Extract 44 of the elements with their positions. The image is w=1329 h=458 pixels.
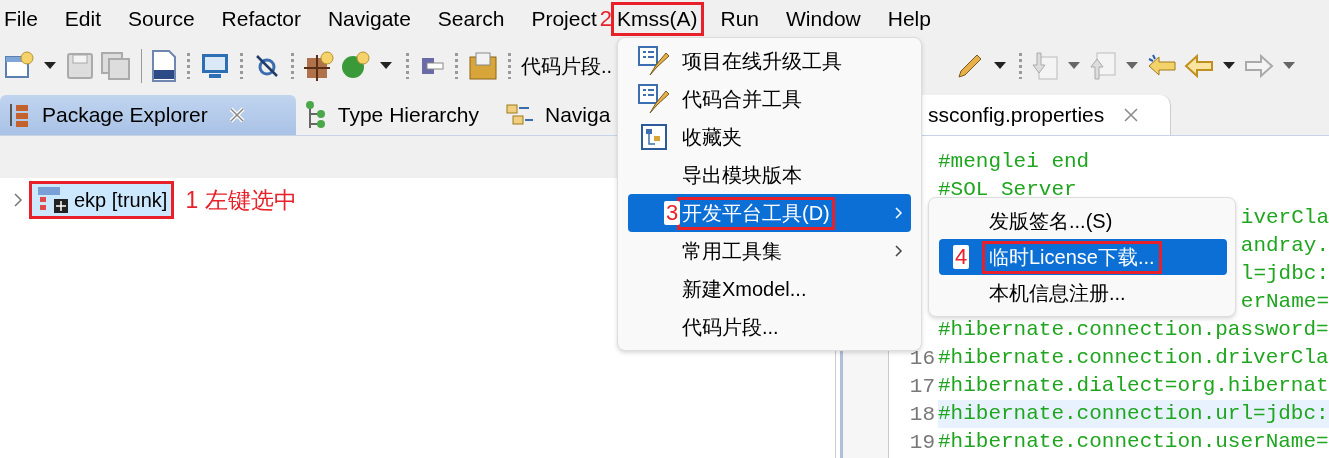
code-line: #hibernate.connection.url=jdbc: <box>938 402 1329 425</box>
menu-item[interactable]: 4 临时License下载... <box>939 239 1227 275</box>
menu-item[interactable]: Run <box>718 5 762 32</box>
menu-item[interactable]: Navigate <box>325 5 413 32</box>
menu-item[interactable]: 新建Xmodel... <box>628 270 911 308</box>
view-tab[interactable]: Naviga <box>497 95 629 135</box>
toolbar-label[interactable]: 代码片段.. <box>521 52 613 80</box>
menu-item[interactable]: Source <box>126 5 197 32</box>
menu-item[interactable]: Project <box>529 5 599 32</box>
code-line: #hibernate.dialect=org.hibernat <box>938 374 1329 397</box>
menu-item[interactable]: File <box>2 5 40 32</box>
code-line: erName= <box>1240 290 1329 313</box>
menu-item[interactable]: 常用工具集 <box>628 232 911 270</box>
view-tab[interactable]: Package Explorer <box>0 95 296 135</box>
code-line: iverCla <box>1240 206 1329 229</box>
annotation-number: 2 <box>599 5 612 32</box>
annotation-text: 1 左键选中 <box>185 185 297 215</box>
menu-item[interactable]: Window <box>784 5 863 32</box>
menu-item[interactable]: 项目在线升级工具 <box>628 42 911 80</box>
menu-item[interactable]: Kmss(A) <box>614 4 701 33</box>
menu-item[interactable]: 3 开发平台工具(D) <box>628 194 911 232</box>
line-number: 19 <box>909 430 935 454</box>
view-tab[interactable]: Type Hierarchy <box>295 95 497 135</box>
code-line: #hibernate.connection.password= <box>938 318 1329 341</box>
menu-item[interactable]: 发版签名...(S) <box>939 203 1227 239</box>
menu-item[interactable]: 导出模块版本 <box>628 156 911 194</box>
line-number: 18 <box>909 402 935 426</box>
menu-item[interactable]: 代码片段... <box>628 308 911 346</box>
line-number: 17 <box>909 374 935 398</box>
annotation-number: 4 <box>953 245 970 269</box>
menu-item[interactable]: Refactor <box>219 5 303 32</box>
code-line: #menglei end <box>938 150 1090 173</box>
menu-item[interactable]: Help <box>885 5 933 32</box>
menu-item[interactable]: Search <box>435 5 507 32</box>
code-line: #hibernate.connection.driverCla <box>938 346 1329 369</box>
code-line: #hibernate.connection.userName= <box>938 430 1329 453</box>
menu-item[interactable]: 本机信息注册... <box>939 275 1227 311</box>
project-node[interactable]: ekp [trunk] <box>32 184 172 216</box>
code-line: l=jdbc: <box>1240 262 1329 285</box>
line-number: 16 <box>909 346 935 370</box>
code-line: andray. <box>1240 234 1329 257</box>
code-line: #SOL Server <box>938 178 1077 201</box>
annotation-number: 3 <box>664 201 681 225</box>
menu-item[interactable]: Edit <box>62 5 104 32</box>
